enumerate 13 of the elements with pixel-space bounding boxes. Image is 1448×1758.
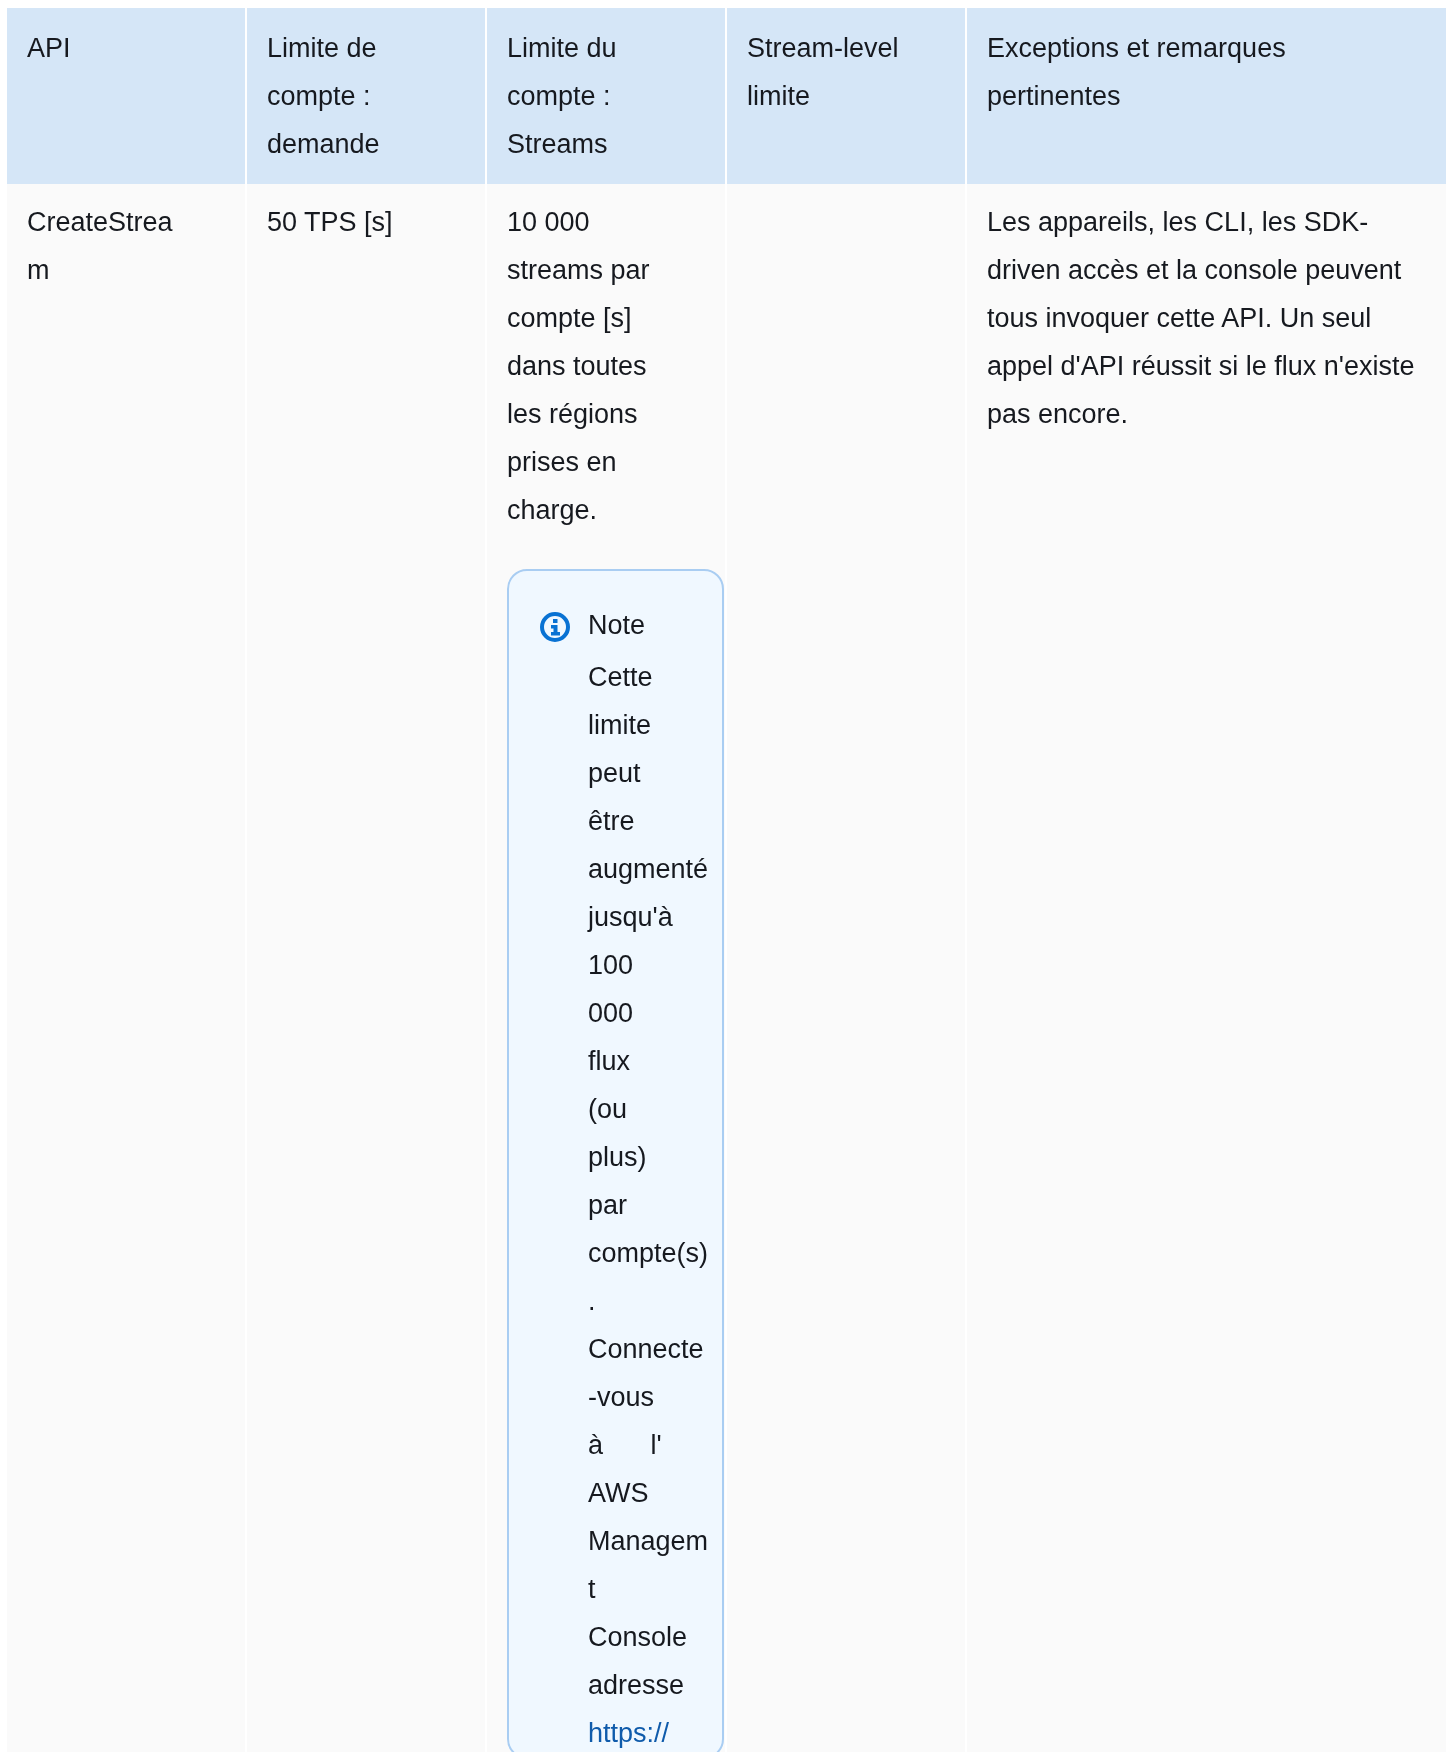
note-text: Cette limite peut être augmenté jusqu'à 100 000 flux (ou plus) par compte(s) . Connecte -vous à l' AWS Managem t Console adresse <box>588 661 709 1702</box>
table-cell: Les appareils, les CLI, les SDK-driven accès et la console peuvent tous invoquer cette API. Un seul appel d'API réussit si le flux n'existe pas encore. <box>967 184 1446 1752</box>
column-header: Stream-level limite <box>727 8 965 184</box>
column-header: API <box>7 8 245 184</box>
column-header: Exceptions et remarques pertinentes <box>967 8 1446 184</box>
column-header: Limite de compte : demande <box>247 8 485 184</box>
note-title: Note <box>588 609 647 642</box>
info-icon <box>539 611 571 643</box>
table-cell: 50 TPS [s] <box>247 184 485 1752</box>
table-cell: CreateStream <box>7 184 245 1752</box>
cell-text: 10 000 streams par compte [s] dans toutes les régions prises en charge. <box>507 206 651 527</box>
note-link[interactable]: https:// <box>588 1709 670 1752</box>
column-header: Limite du compte : Streams <box>487 8 725 184</box>
